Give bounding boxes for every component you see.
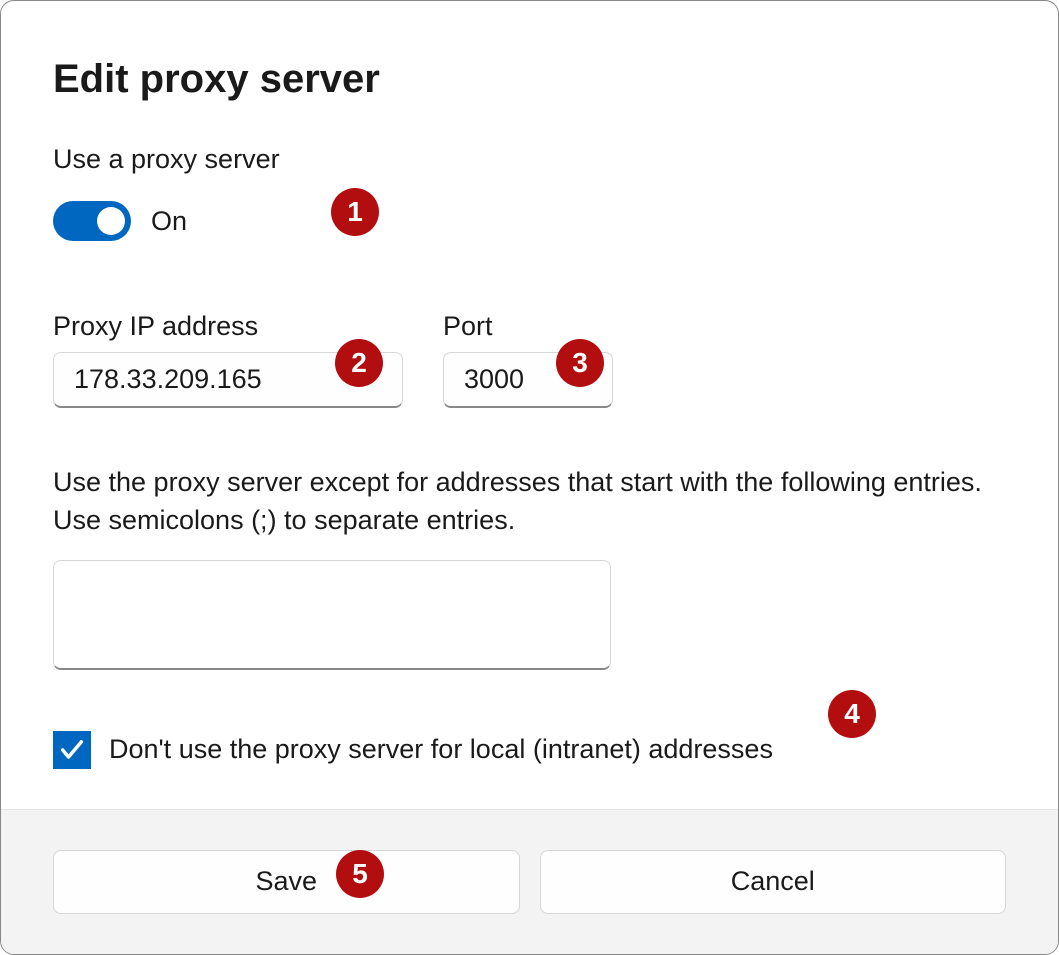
use-proxy-label: Use a proxy server <box>53 144 1006 175</box>
toggle-row: On <box>53 201 1006 241</box>
dialog-title: Edit proxy server <box>53 57 1006 102</box>
exception-list-input[interactable] <box>53 560 611 670</box>
save-button[interactable]: Save <box>53 850 520 914</box>
bypass-local-label: Don't use the proxy server for local (in… <box>109 734 773 765</box>
cancel-button[interactable]: Cancel <box>540 850 1007 914</box>
callout-marker-2: 2 <box>335 339 383 387</box>
callout-marker-1: 1 <box>331 188 379 236</box>
proxy-settings-dialog: Edit proxy server Use a proxy server On … <box>0 0 1059 955</box>
use-proxy-toggle[interactable] <box>53 201 131 241</box>
toggle-state-label: On <box>151 206 187 237</box>
ip-label: Proxy IP address <box>53 311 403 342</box>
checkmark-icon <box>58 736 86 764</box>
bypass-local-checkbox[interactable] <box>53 731 91 769</box>
port-label: Port <box>443 311 613 342</box>
address-fields-row: Proxy IP address Port <box>53 311 1006 408</box>
dialog-content: Edit proxy server Use a proxy server On … <box>1 1 1058 809</box>
bypass-local-row: Don't use the proxy server for local (in… <box>53 731 1006 769</box>
toggle-knob <box>97 207 125 235</box>
callout-marker-5: 5 <box>336 850 384 898</box>
exception-description: Use the proxy server except for addresse… <box>53 464 1006 540</box>
callout-marker-3: 3 <box>556 339 604 387</box>
callout-marker-4: 4 <box>828 690 876 738</box>
dialog-footer: Save Cancel <box>1 809 1058 955</box>
